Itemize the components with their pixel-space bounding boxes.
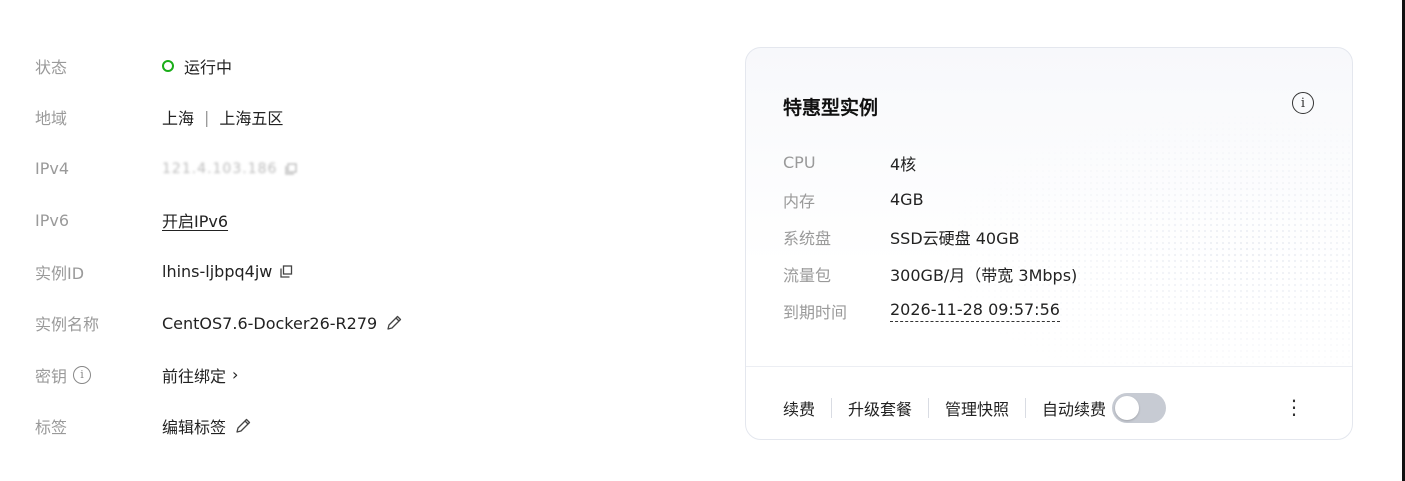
status-row: 状态 运行中 — [35, 40, 695, 92]
manage-snapshots-button[interactable]: 管理快照 — [945, 396, 1009, 420]
more-options-icon[interactable]: ⋮ — [1284, 397, 1304, 417]
edit-pencil-icon[interactable] — [385, 314, 403, 332]
spec-value: 4核 — [890, 154, 917, 174]
instance-info-list: 状态 运行中 地域 上海 | 上海五区 IPv4 121.4.103.186 I… — [35, 40, 695, 452]
ipv4-value: 121.4.103.186 — [162, 160, 278, 177]
spec-value: SSD云硬盘 40GB — [890, 228, 1020, 248]
spec-row-cpu: CPU 4核 — [783, 144, 1077, 181]
card-actions: 续费 升级套餐 管理快照 自动续费 — [783, 388, 1167, 428]
instance-name-row: 实例名称 CentOS7.6-Docker26-R279 — [35, 298, 695, 350]
upgrade-plan-button[interactable]: 升级套餐 — [848, 396, 912, 420]
auto-renew-label: 自动续费 — [1042, 400, 1107, 419]
action-divider — [928, 398, 930, 418]
ipv4-label: IPv4 — [35, 159, 70, 179]
instance-name-label: 实例名称 — [35, 315, 100, 335]
bind-key-link[interactable]: 前往绑定 — [162, 363, 226, 387]
ipv4-row: IPv4 121.4.103.186 — [35, 143, 695, 195]
action-divider — [1025, 398, 1027, 418]
expiry-time-value[interactable]: 2026-11-28 09:57:56 — [890, 300, 1060, 322]
instance-id-row: 实例ID lhins-ljbpq4jw — [35, 246, 695, 298]
status-label: 状态 — [35, 57, 68, 77]
status-value: 运行中 — [184, 57, 233, 77]
key-label: 密钥 — [35, 366, 68, 386]
key-row: 密钥 i 前往绑定 › — [35, 349, 695, 401]
tags-row: 标签 编辑标签 — [35, 401, 695, 453]
card-title: 特惠型实例 — [783, 97, 879, 119]
region-zone: 上海五区 — [219, 109, 284, 129]
spec-label: CPU — [783, 153, 816, 172]
spec-value: 300GB/月（带宽 3Mbps) — [890, 265, 1078, 285]
edit-pencil-icon[interactable] — [234, 417, 252, 435]
toggle-knob — [1115, 396, 1140, 420]
spec-label: 到期时间 — [783, 302, 848, 322]
region-row: 地域 上海 | 上海五区 — [35, 92, 695, 144]
spec-row-traffic: 流量包 300GB/月（带宽 3Mbps) — [783, 255, 1077, 292]
enable-ipv6-link[interactable]: 开启IPv6 — [162, 208, 228, 232]
chevron-right-icon[interactable]: › — [232, 365, 238, 384]
tags-label: 标签 — [35, 418, 68, 438]
spec-row-expiry: 到期时间 2026-11-28 09:57:56 — [783, 292, 1077, 329]
spec-row-disk: 系统盘 SSD云硬盘 40GB — [783, 218, 1077, 255]
instance-package-card: 特惠型实例 i CPU 4核 内存 4GB 系统盘 SSD云硬盘 40GB 流量… — [745, 47, 1353, 440]
copy-icon[interactable] — [285, 163, 298, 175]
spec-label: 流量包 — [783, 265, 832, 285]
instance-id-value: lhins-ljbpq4jw — [162, 262, 273, 282]
status-running-icon — [162, 59, 174, 72]
copy-icon[interactable] — [280, 265, 293, 278]
action-divider — [831, 398, 833, 418]
ipv6-label: IPv6 — [35, 210, 70, 230]
region-separator: | — [204, 107, 210, 127]
instance-id-label: 实例ID — [35, 263, 85, 283]
ipv6-row: IPv6 开启IPv6 — [35, 195, 695, 247]
info-icon[interactable]: i — [1292, 92, 1314, 114]
card-divider — [746, 366, 1352, 367]
key-info-icon[interactable]: i — [73, 365, 92, 384]
region-label: 地域 — [35, 109, 68, 129]
auto-renew-toggle[interactable] — [1112, 393, 1167, 423]
instance-name-value: CentOS7.6-Docker26-R279 — [162, 313, 378, 333]
spec-value: 4GB — [890, 190, 924, 209]
spec-label: 系统盘 — [783, 228, 832, 248]
region-city: 上海 — [162, 109, 195, 129]
edit-tags-link[interactable]: 编辑标签 — [162, 414, 226, 438]
spec-row-memory: 内存 4GB — [783, 181, 1077, 218]
renew-button[interactable]: 续费 — [783, 396, 815, 420]
spec-label: 内存 — [783, 191, 816, 211]
spec-list: CPU 4核 内存 4GB 系统盘 SSD云硬盘 40GB 流量包 300GB/… — [783, 144, 1077, 329]
